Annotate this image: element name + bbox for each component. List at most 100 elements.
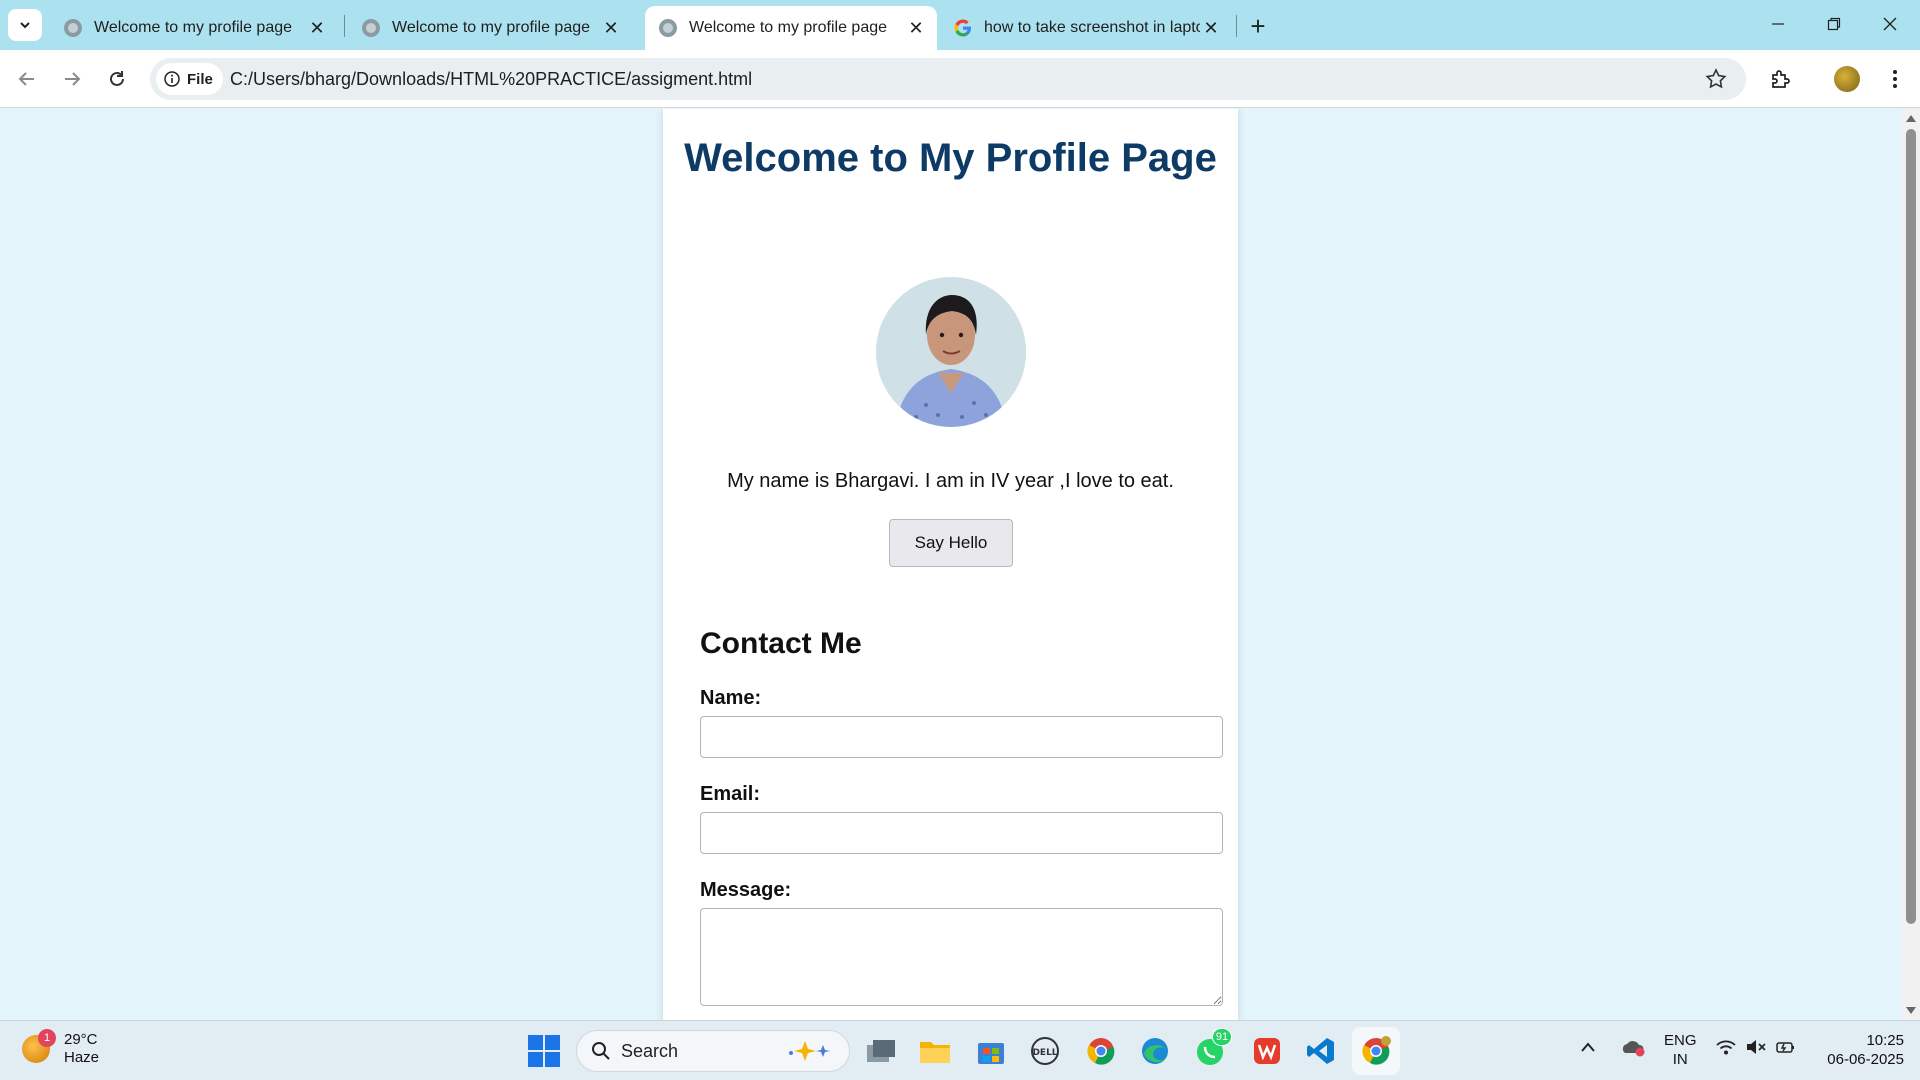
windows-taskbar: 1 29°C Haze Search DELL 91 ENG IN 10:25 … — [0, 1020, 1920, 1080]
message-field[interactable] — [700, 908, 1223, 1006]
system-status-icons[interactable] — [1716, 1039, 1796, 1055]
bookmark-star-icon[interactable] — [1704, 67, 1728, 91]
new-tab-button[interactable]: + — [1244, 11, 1272, 41]
chrome-active-icon[interactable] — [1352, 1027, 1400, 1075]
avatar — [1834, 66, 1860, 92]
restore-button[interactable] — [1806, 6, 1862, 42]
speaker-muted-icon — [1747, 1040, 1766, 1054]
site-info-chip[interactable]: File — [156, 63, 223, 95]
search-placeholder: Search — [621, 1040, 679, 1061]
notification-badge: 1 — [38, 1029, 56, 1047]
chevron-down-icon — [20, 22, 30, 29]
close-icon[interactable]: ✕ — [1200, 17, 1222, 39]
weather-temperature: 29°C — [64, 1031, 98, 1048]
tab-title: Welcome to my profile page — [689, 19, 888, 36]
extensions-button[interactable] — [1766, 64, 1796, 94]
region-code: IN — [1672, 1051, 1688, 1068]
name-label: Name: — [700, 687, 762, 709]
reload-icon — [110, 71, 124, 86]
page-scrollbar[interactable] — [1902, 109, 1920, 1020]
svg-text:DELL: DELL — [1032, 1048, 1057, 1058]
back-button[interactable] — [10, 62, 44, 96]
chevron-up-icon — [1581, 1042, 1595, 1052]
close-icon — [1883, 17, 1897, 31]
tab-strip: Welcome to my profile page ✕ Welcome to … — [0, 0, 1920, 50]
globe-icon — [362, 19, 380, 37]
whatsapp-badge: 91 — [1212, 1028, 1232, 1046]
browser-toolbar: File C:/Users/bharg/Downloads/HTML%20PRA… — [0, 50, 1920, 108]
globe-icon — [659, 19, 677, 37]
tab-google-search[interactable]: how to take screenshot in lapto ✕ — [940, 6, 1232, 50]
more-vertical-icon — [1893, 70, 1897, 88]
arrow-right-icon — [65, 72, 81, 86]
wifi-icon — [1716, 1040, 1736, 1055]
microsoft-store-icon[interactable] — [972, 1032, 1010, 1070]
battery-icon — [1776, 1042, 1794, 1053]
tab-title: Welcome to my profile page — [392, 19, 591, 36]
start-button[interactable] — [528, 1035, 560, 1067]
info-icon — [164, 71, 180, 87]
dell-icon[interactable]: DELL — [1026, 1032, 1064, 1070]
close-icon[interactable]: ✕ — [306, 17, 328, 39]
wps-office-icon[interactable] — [1248, 1032, 1286, 1070]
reload-button[interactable] — [100, 62, 134, 96]
page-viewport: Welcome to My Profile Page My name is Bh… — [0, 109, 1902, 1020]
minimize-button[interactable] — [1750, 6, 1806, 42]
tab-title: Welcome to my profile page — [94, 19, 293, 36]
minimize-icon — [1772, 23, 1784, 25]
close-icon[interactable]: ✕ — [600, 17, 622, 39]
message-label: Message: — [700, 879, 792, 901]
task-view-icon[interactable] — [862, 1032, 900, 1070]
weather-description: Haze — [64, 1049, 100, 1066]
vscode-icon[interactable] — [1302, 1032, 1340, 1070]
restore-icon — [1827, 17, 1841, 31]
say-hello-button[interactable]: Say Hello — [889, 519, 1013, 567]
forward-button[interactable] — [55, 62, 89, 96]
site-info-label: File — [187, 70, 213, 88]
show-hidden-icons-button[interactable] — [1580, 1039, 1596, 1058]
tab-separator — [344, 15, 345, 37]
tab-search-button[interactable] — [8, 9, 42, 41]
profile-photo — [876, 277, 1026, 427]
onedrive-icon[interactable] — [1620, 1037, 1646, 1062]
clock-time: 10:25 — [1866, 1032, 1904, 1049]
page-title: Welcome to My Profile Page — [684, 136, 1217, 180]
search-icon — [592, 1042, 610, 1060]
tab-profile-1[interactable]: Welcome to my profile page ✕ — [50, 6, 338, 50]
email-label: Email: — [700, 783, 761, 805]
address-bar[interactable]: File C:/Users/bharg/Downloads/HTML%20PRA… — [150, 58, 1746, 100]
close-icon[interactable]: ✕ — [905, 17, 927, 39]
tab-title: how to take screenshot in lapto — [984, 19, 1200, 36]
person-photo-icon — [876, 277, 1026, 427]
puzzle-icon — [1772, 70, 1790, 88]
scroll-up-icon[interactable] — [1906, 115, 1916, 122]
taskbar-search[interactable]: Search — [576, 1030, 850, 1072]
file-explorer-icon[interactable] — [916, 1032, 954, 1070]
url-text[interactable]: C:/Users/bharg/Downloads/HTML%20PRACTICE… — [230, 69, 752, 90]
google-icon — [954, 19, 971, 37]
language-code: ENG — [1664, 1032, 1697, 1049]
email-field[interactable] — [700, 812, 1223, 854]
weather-widget[interactable]: 1 29°C Haze — [22, 1029, 100, 1067]
whatsapp-icon[interactable]: 91 — [1192, 1028, 1232, 1070]
globe-icon — [64, 19, 82, 37]
tab-profile-active[interactable]: Welcome to my profile page ✕ — [645, 6, 937, 50]
contact-heading: Contact Me — [700, 627, 862, 660]
arrow-left-icon — [18, 72, 34, 86]
tab-profile-2[interactable]: Welcome to my profile page ✕ — [348, 6, 632, 50]
close-window-button[interactable] — [1862, 6, 1918, 42]
clock[interactable]: 10:25 06-06-2025 — [1812, 1031, 1904, 1069]
profile-button[interactable] — [1832, 64, 1862, 94]
chrome-icon[interactable] — [1082, 1032, 1120, 1070]
scroll-down-icon[interactable] — [1906, 1007, 1916, 1014]
scroll-thumb[interactable] — [1906, 129, 1916, 924]
name-field[interactable] — [700, 716, 1223, 758]
intro-text: My name is Bhargavi. I am in IV year ,I … — [727, 470, 1174, 492]
profile-card: Welcome to My Profile Page My name is Bh… — [663, 109, 1238, 1020]
language-indicator[interactable]: ENG IN — [1664, 1031, 1697, 1069]
edge-icon[interactable] — [1136, 1032, 1174, 1070]
browser-menu-button[interactable] — [1880, 64, 1910, 94]
weather-sun-icon: 1 — [22, 1029, 56, 1063]
clock-date: 06-06-2025 — [1827, 1051, 1904, 1068]
copilot-sparkle-icon — [789, 1041, 830, 1061]
